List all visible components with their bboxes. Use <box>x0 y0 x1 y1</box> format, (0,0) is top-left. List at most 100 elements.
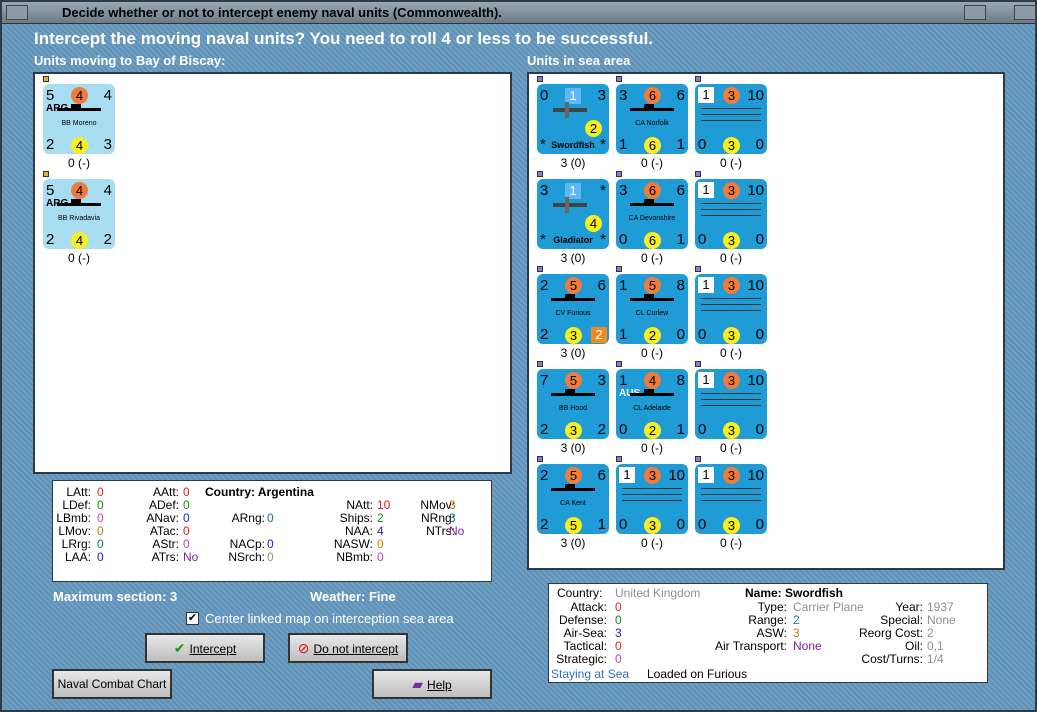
sea-unit-12[interactable]: 2 6 5 CA Kent 2 1 5 3 (0) <box>537 456 617 550</box>
ship-hull-icon <box>57 108 101 111</box>
unit-defense-circle: 3 <box>723 517 740 534</box>
sea-unit-2[interactable]: 1 10 3 0 0 3 0 (-) <box>695 76 775 170</box>
unit-counter[interactable]: 184AUSCL Adelaide012 <box>616 369 688 439</box>
unit-bottom-right-value: * <box>600 136 606 153</box>
unit-attack-circle: 4 <box>644 372 661 389</box>
info-staying: Staying at Sea <box>551 667 630 681</box>
unit-counter[interactable]: 1 10 3 0 0 3 <box>695 274 767 344</box>
stat-key: ADef: <box>148 498 179 512</box>
plane-wing-icon <box>565 102 569 118</box>
stat-key: Ships: <box>339 511 373 525</box>
moving-units-panel[interactable]: 544ARGBB Moreno2340 (-)544ARGBB Rivadavi… <box>33 72 512 474</box>
no-entry-icon: ⊘ <box>297 640 310 656</box>
unit-counter[interactable]: 3 6 6 CA Devonshire 0 1 6 <box>616 179 688 249</box>
nation-flag-icon <box>695 456 701 462</box>
sea-unit-1[interactable]: 3 6 6 CA Norfolk 1 1 6 0 (-) <box>616 76 696 170</box>
unit-counter[interactable]: 7 3 5 BB Hood 2 2 3 <box>537 369 609 439</box>
unit-counter[interactable]: 2 6 5 CA Kent 2 1 5 <box>537 464 609 534</box>
unit-bottom-left-value: 0 <box>698 326 707 343</box>
sea-unit-3[interactable]: 3 * 1 Gladiator * * 4 3 (0) <box>537 171 617 265</box>
convoy-icon <box>701 494 761 495</box>
sea-unit-13[interactable]: 1 10 3 0 0 3 0 (-) <box>616 456 696 550</box>
unit-defense-circle: 3 <box>644 517 661 534</box>
sea-units-panel[interactable]: 0 3 1 Swordfish * * 2 3 (0) 3 6 6 CA Norfolk 1 1 6 0 (-… <box>527 72 1005 570</box>
unit-counter[interactable]: 3 * 1 Gladiator * * 4 <box>537 179 609 249</box>
unit-attack-circle: 5 <box>644 277 661 294</box>
ship-hull-icon <box>57 203 101 206</box>
convoy-icon <box>701 405 761 406</box>
moving-unit-0[interactable]: 544ARGBB Moreno234 0 (-) <box>43 76 123 170</box>
unit-status: 3 (0) <box>560 251 586 265</box>
unit-bottom-left-value: 2 <box>540 421 549 438</box>
intercept-button[interactable]: ✔ Intercept <box>145 633 265 663</box>
unit-counter[interactable]: 2 6 5 CV Furious 2 3 2 <box>537 274 609 344</box>
unit-defense-circle: 4 <box>71 232 88 249</box>
unit-attack-circle: 6 <box>644 87 661 104</box>
unit-counter[interactable]: 544ARGBB Moreno234 <box>43 84 115 154</box>
minimize-button[interactable] <box>964 5 986 20</box>
unit-counter[interactable]: 1 10 3 0 0 3 <box>695 179 767 249</box>
unit-counter[interactable]: 3 6 6 CA Norfolk 1 1 6 <box>616 84 688 154</box>
nation-flag-icon <box>616 76 622 82</box>
unit-counter[interactable]: 1 10 3 0 0 3 <box>695 84 767 154</box>
unit-attack-circle: 6 <box>644 182 661 199</box>
convoy-icon <box>701 488 761 489</box>
nation-flag-icon <box>616 266 622 272</box>
sea-unit-8[interactable]: 1 10 3 0 0 3 0 (-) <box>695 266 775 360</box>
unit-bottom-left-value: 2 <box>46 231 55 248</box>
unit-attack-circle: 4 <box>71 87 88 104</box>
do-not-intercept-button[interactable]: ⊘ Do not intercept <box>288 633 408 663</box>
center-map-checkbox[interactable]: ✔ <box>186 612 199 625</box>
naval-combat-chart-button[interactable]: Naval Combat Chart <box>52 669 172 699</box>
info-year-value: 1937 <box>927 600 954 614</box>
unit-top-right-value: 10 <box>668 467 685 484</box>
unit-name: CA Norfolk <box>635 120 669 127</box>
convoy-icon <box>701 120 761 121</box>
moving-unit-1[interactable]: 544ARGBB Rivadavia2240 (-) <box>43 171 123 265</box>
info-strategic-key: Strategic: <box>556 652 607 666</box>
sea-unit-11[interactable]: 1 10 3 0 0 3 0 (-) <box>695 361 775 455</box>
unit-counter[interactable]: 1 8 5 CL Curlew 1 0 2 <box>616 274 688 344</box>
unit-top-left-value: 1 <box>698 467 714 483</box>
convoy-icon <box>701 215 761 216</box>
info-cost-value: 1/4 <box>927 652 944 666</box>
sea-unit-14[interactable]: 1 10 3 0 0 3 0 (-) <box>695 456 775 550</box>
sea-unit-10[interactable]: 184AUSCL Adelaide0120 (-) <box>616 361 696 455</box>
close-button[interactable] <box>1014 5 1036 20</box>
unit-top-left-value: 5 <box>46 182 55 199</box>
sea-unit-9[interactable]: 7 3 5 BB Hood 2 2 3 3 (0) <box>537 361 617 455</box>
unit-status: 0 (-) <box>641 251 663 265</box>
unit-counter[interactable]: 1 10 3 0 0 3 <box>616 464 688 534</box>
unit-bottom-left-value: 0 <box>619 231 628 248</box>
sea-unit-4[interactable]: 3 6 6 CA Devonshire 0 1 6 0 (-) <box>616 171 696 265</box>
unit-name: CA Devonshire <box>628 215 676 222</box>
stat-key: NASW: <box>333 537 373 551</box>
info-oil-key: Oil: <box>905 639 923 653</box>
sea-unit-7[interactable]: 1 8 5 CL Curlew 1 0 2 0 (-) <box>616 266 696 360</box>
weather: Weather: Fine <box>310 589 396 604</box>
unit-top-right-value: 3 <box>597 87 606 104</box>
unit-attack-circle: 3 <box>723 372 740 389</box>
unit-defense-circle: 3 <box>565 422 582 439</box>
sea-unit-5[interactable]: 1 10 3 0 0 3 0 (-) <box>695 171 775 265</box>
help-button[interactable]: ▰ Help <box>372 669 492 699</box>
unit-status: 0 (-) <box>68 156 90 170</box>
ship-hull-icon <box>551 488 595 491</box>
unit-bottom-right-value: 0 <box>676 516 685 533</box>
unit-top-right-value: 10 <box>747 277 764 294</box>
unit-defense-circle: 2 <box>644 422 661 439</box>
system-menu-button[interactable] <box>6 5 28 20</box>
unit-counter[interactable]: 1 10 3 0 0 3 <box>695 369 767 439</box>
unit-counter[interactable]: 0 3 1 Swordfish * * 2 <box>537 84 609 154</box>
nation-flag-icon <box>537 361 543 367</box>
sea-unit-0[interactable]: 0 3 1 Swordfish * * 2 3 (0) <box>537 76 617 170</box>
nation-flag-icon <box>537 266 543 272</box>
unit-top-right-value: 4 <box>103 87 112 104</box>
unit-status: 0 (-) <box>720 441 742 455</box>
unit-counter[interactable]: 544ARGBB Rivadavia224 <box>43 179 115 249</box>
sea-unit-6[interactable]: 2 6 5 CV Furious 2 3 2 3 (0) <box>537 266 617 360</box>
unit-status: 3 (0) <box>560 536 586 550</box>
info-tactical-value: 0 <box>615 639 622 653</box>
unit-attack-circle: 3 <box>723 182 740 199</box>
unit-counter[interactable]: 1 10 3 0 0 3 <box>695 464 767 534</box>
